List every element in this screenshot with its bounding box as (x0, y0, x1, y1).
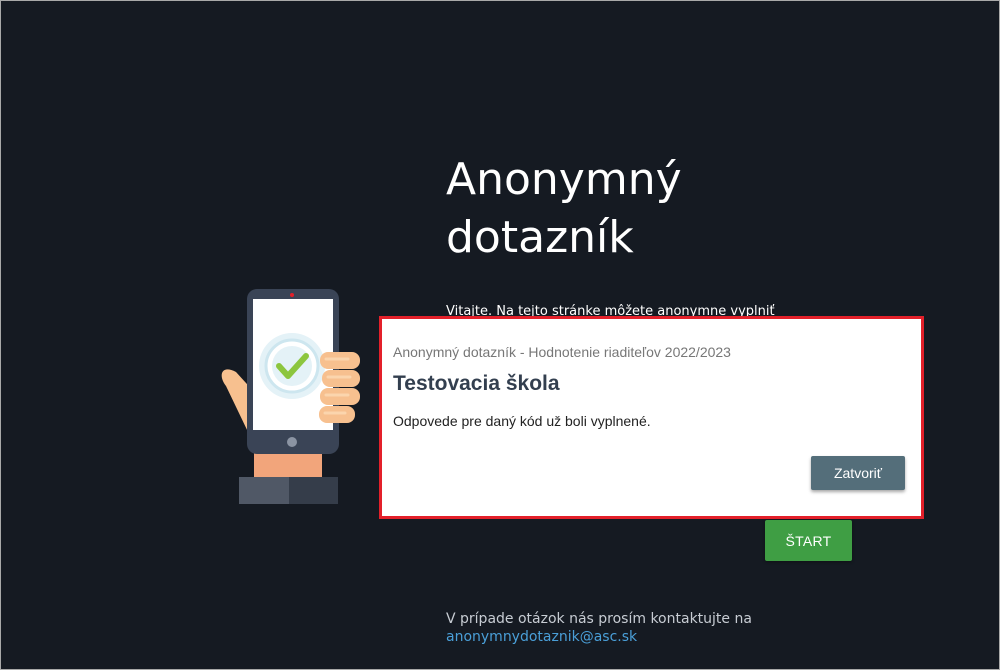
page-title: Anonymný dotazník (446, 154, 682, 263)
app-window: Anonymný dotazník Vitajte. Na tejto strá… (0, 0, 1000, 670)
phone-check-illustration (216, 284, 366, 509)
contact-email-link[interactable]: anonymnydotaznik@asc.sk (446, 629, 637, 645)
start-button[interactable]: ŠTART (765, 520, 852, 561)
contact-text: V prípade otázok nás prosím kontaktujte … (446, 611, 752, 627)
dialog-title: Testovacia škola (393, 372, 560, 395)
close-button[interactable]: Zatvoriť (811, 456, 905, 490)
dialog-subtitle: Anonymný dotazník - Hodnotenie riaditeľo… (393, 344, 731, 360)
dialog-message: Odpovede pre daný kód už boli vyplnené. (393, 413, 651, 429)
already-filled-dialog: Anonymný dotazník - Hodnotenie riaditeľo… (382, 319, 921, 516)
